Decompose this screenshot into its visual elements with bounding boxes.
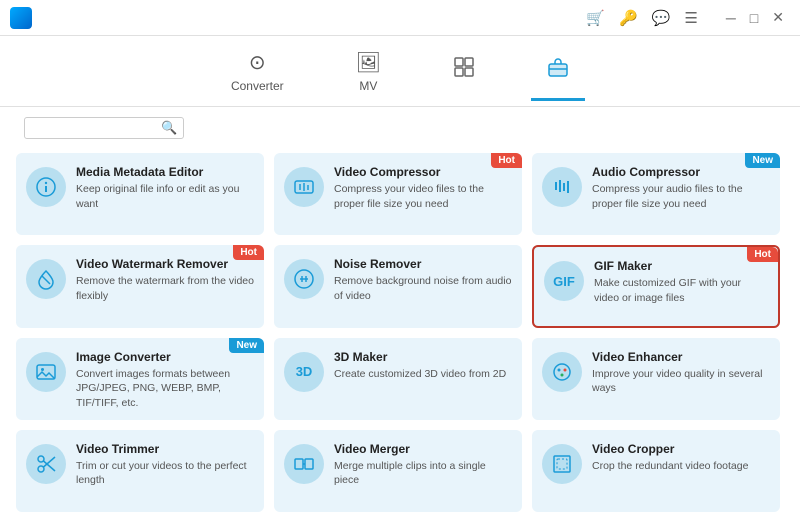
- tool-card-image-converter[interactable]: NewImage Converter Convert images formats…: [16, 338, 264, 420]
- converter-icon: ⊙: [249, 50, 266, 75]
- tool-icon-noise-remover: [284, 259, 324, 299]
- tool-title-image-converter: Image Converter: [76, 350, 254, 364]
- minimize-button[interactable]: ─: [720, 7, 742, 28]
- key-icon[interactable]: 🔑: [619, 9, 638, 27]
- tab-collage[interactable]: [437, 50, 491, 101]
- tool-desc-media-metadata-editor: Keep original file info or edit as you w…: [76, 182, 254, 211]
- tool-title-video-trimmer: Video Trimmer: [76, 442, 254, 456]
- tool-title-audio-compressor: Audio Compressor: [592, 165, 770, 179]
- tool-icon-video-trimmer: [26, 444, 66, 484]
- badge-image-converter: New: [229, 338, 264, 353]
- tool-card-noise-remover[interactable]: Noise Remover Remove background noise fro…: [274, 245, 522, 327]
- search-input[interactable]: [31, 121, 161, 135]
- tool-title-noise-remover: Noise Remover: [334, 257, 512, 271]
- tool-desc-video-cropper: Crop the redundant video footage: [592, 459, 770, 474]
- nav-bar: ⊙ Converter 🖼 MV: [0, 36, 800, 107]
- tool-title-gif-maker: GIF Maker: [594, 259, 768, 273]
- tool-icon-video-cropper: [542, 444, 582, 484]
- tool-card-video-trimmer[interactable]: Video Trimmer Trim or cut your videos to …: [16, 430, 264, 512]
- tool-card-audio-compressor[interactable]: NewAudio Compressor Compress your audio f…: [532, 153, 780, 235]
- tool-desc-video-compressor: Compress your video files to the proper …: [334, 182, 512, 211]
- tool-card-video-merger[interactable]: Video Merger Merge multiple clips into a …: [274, 430, 522, 512]
- tool-title-3d-maker: 3D Maker: [334, 350, 512, 364]
- tool-card-media-metadata-editor[interactable]: Media Metadata Editor Keep original file …: [16, 153, 264, 235]
- window-controls: ─ □ ✕: [720, 7, 790, 28]
- badge-video-watermark-remover: Hot: [233, 245, 264, 260]
- tool-icon-video-watermark-remover: [26, 259, 66, 299]
- tool-icon-video-merger: [284, 444, 324, 484]
- tool-card-video-enhancer[interactable]: Video Enhancer Improve your video quality…: [532, 338, 780, 420]
- collage-icon: [453, 56, 475, 84]
- title-bar-right: 🛒 🔑 💬 ☰ ─ □ ✕: [586, 7, 790, 28]
- tools-grid: Media Metadata Editor Keep original file …: [16, 149, 784, 522]
- tool-desc-video-merger: Merge multiple clips into a single piece: [334, 459, 512, 488]
- title-bar-left: [10, 7, 40, 29]
- tool-icon-video-compressor: [284, 167, 324, 207]
- tool-card-gif-maker[interactable]: Hot GIF GIF Maker Make customized GIF with …: [532, 245, 780, 327]
- badge-video-compressor: Hot: [491, 153, 522, 168]
- tool-title-video-compressor: Video Compressor: [334, 165, 512, 179]
- search-icon[interactable]: 🔍: [161, 120, 177, 136]
- maximize-button[interactable]: □: [744, 7, 764, 28]
- tool-desc-video-enhancer: Improve your video quality in several wa…: [592, 367, 770, 396]
- tool-title-video-cropper: Video Cropper: [592, 442, 770, 456]
- tool-title-video-watermark-remover: Video Watermark Remover: [76, 257, 254, 271]
- close-button[interactable]: ✕: [766, 7, 790, 28]
- tool-desc-3d-maker: Create customized 3D video from 2D: [334, 367, 512, 382]
- badge-gif-maker: Hot: [747, 247, 778, 262]
- search-bar: 🔍: [0, 107, 800, 149]
- app-logo: [10, 7, 32, 29]
- tool-card-3d-maker[interactable]: 3D 3D Maker Create customized 3D video fro…: [274, 338, 522, 420]
- tools-area: Media Metadata Editor Keep original file …: [0, 149, 800, 522]
- menu-icon[interactable]: ☰: [684, 9, 697, 27]
- tool-card-video-compressor[interactable]: HotVideo Compressor Compress your video f…: [274, 153, 522, 235]
- tool-card-video-watermark-remover[interactable]: HotVideo Watermark Remover Remove the wat…: [16, 245, 264, 327]
- tool-desc-gif-maker: Make customized GIF with your video or i…: [594, 276, 768, 305]
- tool-card-video-cropper[interactable]: Video Cropper Crop the redundant video fo…: [532, 430, 780, 512]
- cart-icon[interactable]: 🛒: [586, 9, 605, 27]
- tab-toolbox[interactable]: [531, 50, 585, 101]
- tool-desc-noise-remover: Remove background noise from audio of vi…: [334, 274, 512, 303]
- badge-audio-compressor: New: [745, 153, 780, 168]
- tool-title-media-metadata-editor: Media Metadata Editor: [76, 165, 254, 179]
- tab-mv-label: MV: [359, 79, 377, 93]
- tool-title-video-merger: Video Merger: [334, 442, 512, 456]
- tool-desc-video-trimmer: Trim or cut your videos to the perfect l…: [76, 459, 254, 488]
- tool-desc-audio-compressor: Compress your audio files to the proper …: [592, 182, 770, 211]
- tab-converter-label: Converter: [231, 79, 284, 93]
- tool-icon-3d-maker: 3D: [284, 352, 324, 392]
- tool-title-video-enhancer: Video Enhancer: [592, 350, 770, 364]
- toolbox-icon: [547, 56, 569, 84]
- tab-mv[interactable]: 🖼 MV: [340, 44, 397, 106]
- tool-icon-image-converter: [26, 352, 66, 392]
- search-input-wrap: 🔍: [24, 117, 184, 139]
- tab-converter[interactable]: ⊙ Converter: [215, 44, 300, 106]
- chat-icon[interactable]: 💬: [652, 9, 671, 27]
- tool-desc-image-converter: Convert images formats between JPG/JPEG,…: [76, 367, 254, 411]
- tool-icon-gif-maker: GIF: [544, 261, 584, 301]
- tool-icon-media-metadata-editor: [26, 167, 66, 207]
- tool-desc-video-watermark-remover: Remove the watermark from the video flex…: [76, 274, 254, 303]
- title-bar: 🛒 🔑 💬 ☰ ─ □ ✕: [0, 0, 800, 36]
- tool-icon-audio-compressor: [542, 167, 582, 207]
- tool-icon-video-enhancer: [542, 352, 582, 392]
- mv-icon: 🖼: [356, 50, 381, 75]
